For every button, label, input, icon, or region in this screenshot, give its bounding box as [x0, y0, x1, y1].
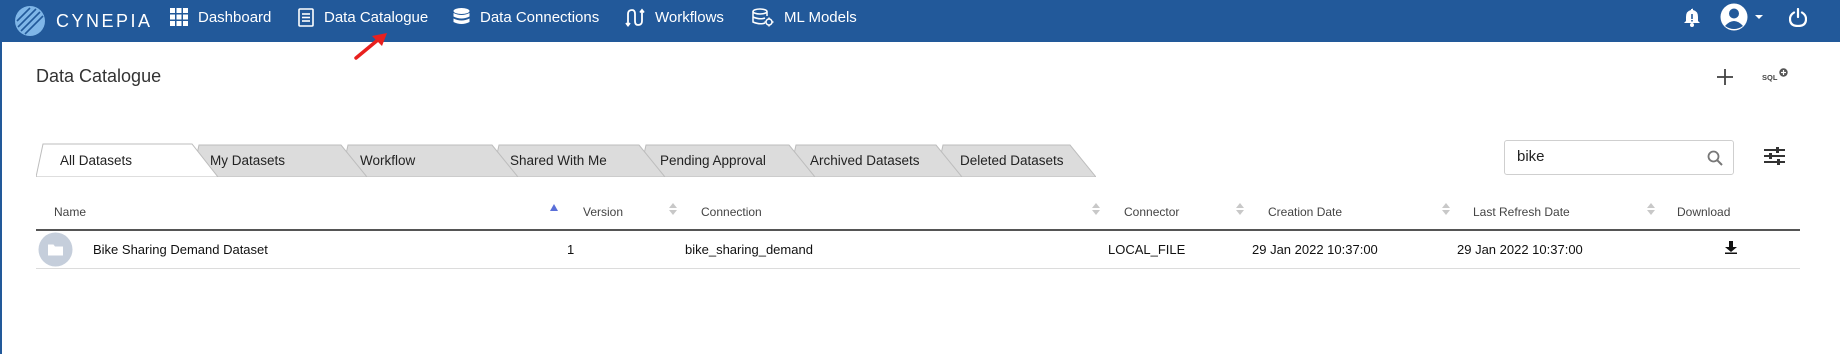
cynepia-logo-icon [15, 6, 45, 36]
user-avatar-icon [1720, 3, 1748, 31]
tab-my-datasets[interactable]: My Datasets [210, 153, 285, 168]
sort-icon[interactable] [1647, 203, 1655, 215]
tab-shared-with-me[interactable]: Shared With Me [510, 153, 607, 168]
ml-model-icon [752, 7, 774, 26]
sort-icon[interactable] [669, 203, 677, 215]
dataset-connection: bike_sharing_demand [685, 242, 813, 257]
column-header-download: Download [1677, 205, 1731, 219]
brand-name: CYNEPIA [56, 10, 153, 31]
database-icon [453, 7, 470, 24]
search-input[interactable] [1517, 148, 1697, 165]
sort-icon[interactable] [1092, 203, 1100, 215]
dataset-connector: LOCAL_FILE [1108, 242, 1186, 257]
document-icon [298, 7, 314, 27]
folder-icon [38, 232, 73, 267]
sql-query-button[interactable]: SQL [1762, 68, 1790, 86]
sort-icon[interactable] [1442, 203, 1450, 215]
grid-icon [170, 8, 188, 26]
dataset-search-box [1504, 140, 1734, 175]
nav-dashboard[interactable]: Dashboard [170, 0, 271, 34]
nav-dashboard-label: Dashboard [198, 8, 272, 26]
nav-data-connections-label: Data Connections [480, 8, 600, 26]
sql-add-icon [1779, 68, 1788, 77]
dataset-tabs: All Datasets My Datasets Workflow Shared… [36, 143, 1096, 177]
tab-workflow[interactable]: Workflow [360, 153, 415, 168]
column-header-connector[interactable]: Connector [1124, 205, 1179, 219]
nav-data-catalogue[interactable]: Data Catalogue [298, 0, 428, 34]
filter-settings-icon[interactable] [1764, 147, 1785, 165]
brand[interactable]: CYNEPIA [14, 3, 153, 39]
dataset-name[interactable]: Bike Sharing Demand Dataset [93, 242, 268, 257]
nav-workflows-label: Workflows [655, 8, 724, 26]
dataset-creation-date: 29 Jan 2022 10:37:00 [1252, 242, 1378, 257]
power-icon [1789, 7, 1807, 27]
column-header-name[interactable]: Name [54, 205, 86, 219]
tab-pending-approval[interactable]: Pending Approval [660, 153, 766, 168]
tab-all-datasets[interactable]: All Datasets [60, 153, 132, 168]
bell-icon [1684, 8, 1700, 27]
left-edge-border [0, 42, 2, 354]
column-header-last-refresh-date[interactable]: Last Refresh Date [1473, 205, 1570, 219]
column-header-version[interactable]: Version [583, 205, 623, 219]
user-menu-button[interactable] [1720, 3, 1766, 31]
sql-label: SQL [1762, 73, 1778, 82]
column-header-connection[interactable]: Connection [701, 205, 762, 219]
tab-deleted-datasets[interactable]: Deleted Datasets [960, 153, 1064, 168]
download-icon[interactable] [1725, 241, 1737, 254]
column-header-creation-date[interactable]: Creation Date [1268, 205, 1342, 219]
page-title: Data Catalogue [36, 66, 162, 86]
tab-archived-datasets[interactable]: Archived Datasets [810, 153, 920, 168]
search-icon[interactable] [1707, 150, 1723, 166]
nav-data-connections[interactable]: Data Connections [453, 0, 599, 34]
top-navigation-bar: CYNEPIA Dashboard Data Catalogue Data Co… [0, 0, 1840, 42]
row-divider [36, 268, 1800, 269]
caret-down-icon [1755, 15, 1763, 19]
nav-ml-models-label: ML Models [784, 8, 857, 26]
sort-ascending-icon[interactable] [550, 203, 558, 213]
notifications-button[interactable] [1684, 6, 1700, 28]
workflow-icon [625, 8, 645, 27]
sort-icon[interactable] [1236, 203, 1244, 215]
logout-button[interactable] [1789, 6, 1807, 28]
annotation-arrow-icon [354, 33, 387, 60]
dataset-last-refresh-date: 29 Jan 2022 10:37:00 [1457, 242, 1583, 257]
plus-icon[interactable] [1716, 68, 1734, 86]
nav-workflows[interactable]: Workflows [625, 0, 724, 34]
nav-ml-models[interactable]: ML Models [752, 0, 857, 34]
nav-data-catalogue-label: Data Catalogue [324, 8, 429, 26]
dataset-version: 1 [567, 242, 575, 257]
